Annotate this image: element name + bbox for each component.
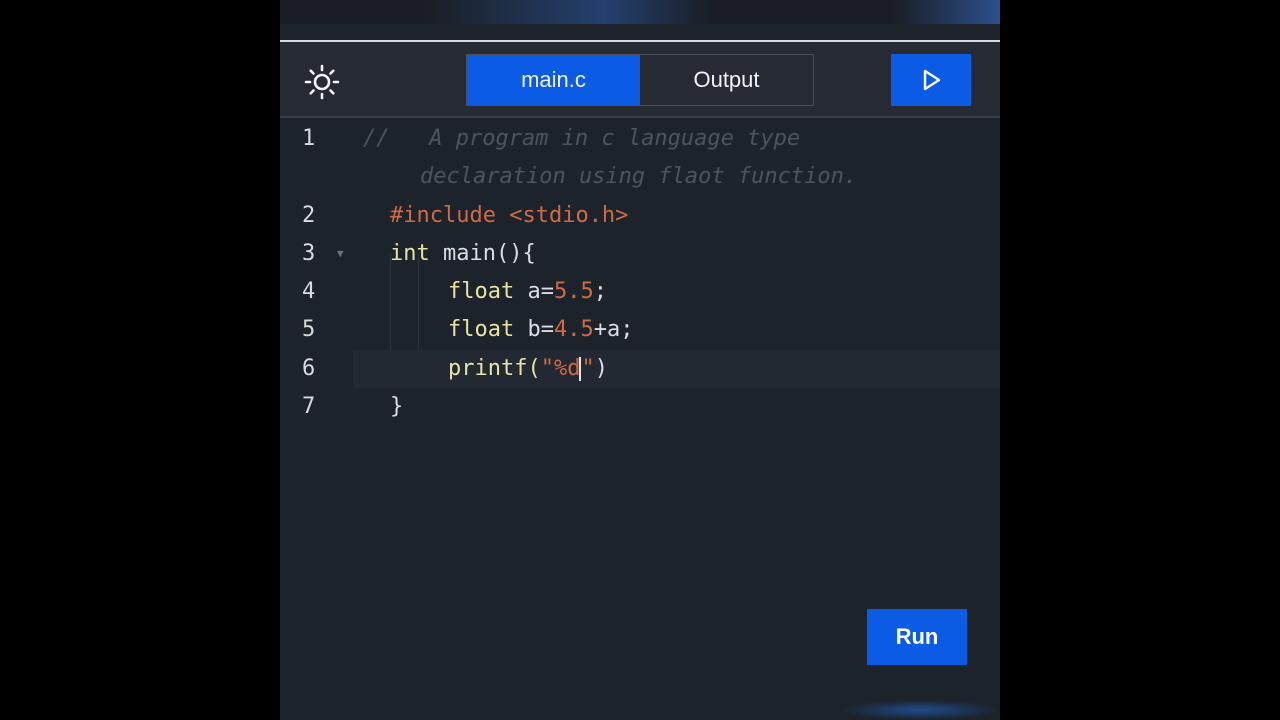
code-line-1: 1 // A program in c language type [280, 120, 1000, 158]
top-strip [280, 0, 1000, 24]
sun-icon[interactable] [302, 62, 342, 102]
closing-brace: } [390, 394, 404, 419]
code-line-1-wrap: declaration using flaot function. [280, 158, 1000, 196]
code-line-4: 4 float a=5.5; [280, 273, 1000, 311]
file-tabs: main.c Output [466, 54, 814, 106]
comment-text: // A program in c language type [363, 126, 801, 151]
code-line-2: 2 #include <stdio.h> [280, 197, 1000, 235]
line-number: 4 [302, 279, 316, 304]
play-button[interactable] [891, 54, 971, 106]
code-line-7: 7 } [280, 388, 1000, 426]
editor-header: main.c Output [280, 40, 1000, 118]
main-declaration: int main(){ [390, 241, 536, 266]
float-b-statement: float b=4.5+a; [448, 317, 634, 342]
line-number: 5 [302, 317, 316, 342]
float-a-statement: float a=5.5; [448, 279, 607, 304]
code-editor-app: main.c Output 1 // A program in c langua… [280, 0, 1000, 720]
run-button[interactable]: Run [867, 609, 967, 665]
fold-chevron-icon[interactable]: ▼ [337, 235, 344, 273]
line-number: 6 [302, 356, 316, 381]
tab-output[interactable]: Output [640, 55, 813, 105]
play-icon [923, 69, 941, 91]
code-line-3: 3 ▼ int main(){ [280, 235, 1000, 273]
top-gap [280, 24, 1000, 40]
include-directive: #include <stdio.h> [390, 203, 629, 228]
comment-text-cont: declaration using flaot function. [420, 164, 858, 189]
tab-main-c[interactable]: main.c [467, 55, 640, 105]
code-line-5: 5 float b=4.5+a; [280, 311, 1000, 349]
line-number: 2 [302, 203, 316, 228]
code-line-6: 6 printf("%d") [302, 350, 1000, 388]
line-number: 1 [302, 126, 316, 151]
bottom-glow [840, 700, 1000, 720]
line-number: 3 [302, 241, 316, 266]
printf-statement: printf("%d") [448, 356, 608, 381]
line-number: 7 [302, 394, 316, 419]
